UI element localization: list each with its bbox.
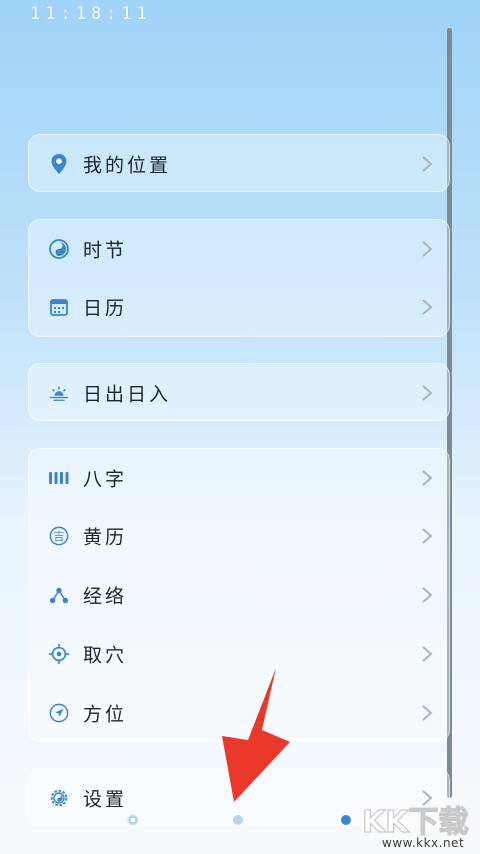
menu-item-label: 我的位置 — [83, 154, 172, 177]
menu-item-label: 经络 — [83, 585, 128, 608]
chevron-right-icon — [421, 240, 433, 258]
crosshair-icon — [49, 644, 69, 664]
menu-item-label: 日出日入 — [83, 383, 172, 406]
page-dot-2[interactable] — [233, 815, 243, 825]
sunrise-icon — [49, 383, 69, 403]
compass-arrow-icon — [49, 703, 69, 723]
chevron-right-icon — [421, 298, 433, 316]
gear-icon — [49, 788, 69, 808]
menu-item-label: 日历 — [83, 297, 128, 320]
chevron-right-icon — [421, 155, 433, 173]
chevron-right-icon — [421, 704, 433, 722]
menu-item-solar-term[interactable]: 时节 — [29, 220, 449, 278]
chevron-right-icon — [421, 645, 433, 663]
menu-item-label: 八字 — [83, 468, 128, 491]
watermark-url: www.kkx.net — [382, 836, 465, 850]
menu-item-bazi[interactable]: 八字 — [29, 449, 449, 507]
page-dot-1[interactable] — [127, 814, 139, 826]
watermark-logo: KK下载 — [361, 804, 469, 840]
chevron-right-icon — [421, 527, 433, 545]
annotation-arrow — [222, 668, 290, 802]
chevron-right-icon — [421, 469, 433, 487]
calendar-icon — [49, 297, 69, 317]
time-card: 时节 日历 — [28, 219, 450, 337]
menu-item-label: 黄历 — [83, 526, 128, 549]
menu-item-label: 设置 — [83, 788, 128, 811]
menu-item-my-location[interactable]: 我的位置 — [29, 135, 449, 193]
menu-item-almanac[interactable]: 吉 黄历 — [29, 507, 449, 565]
page-dot-3-active[interactable] — [341, 815, 351, 825]
menu-item-label: 时节 — [83, 239, 128, 262]
watermark-brand: KK下载 — [362, 805, 469, 840]
menu-item-calendar[interactable]: 日历 — [29, 278, 449, 336]
chevron-right-icon — [421, 384, 433, 402]
status-clock: 11:18:11 — [30, 4, 152, 24]
sun-card: 日出日入 — [28, 363, 450, 421]
menu-item-label: 方位 — [83, 703, 128, 726]
location-card: 我的位置 — [28, 134, 450, 192]
menu-item-label: 取穴 — [83, 644, 128, 667]
menu-item-sunrise-sunset[interactable]: 日出日入 — [29, 364, 449, 422]
location-pin-icon — [49, 154, 69, 174]
meridian-nodes-icon — [49, 585, 69, 605]
bars-icon — [49, 468, 69, 488]
menu-item-meridians[interactable]: 经络 — [29, 566, 449, 624]
ji-glyph: 吉 — [54, 530, 65, 543]
chevron-right-icon — [421, 586, 433, 604]
yin-yang-icon — [49, 239, 69, 259]
ji-circle-icon: 吉 — [49, 526, 69, 546]
